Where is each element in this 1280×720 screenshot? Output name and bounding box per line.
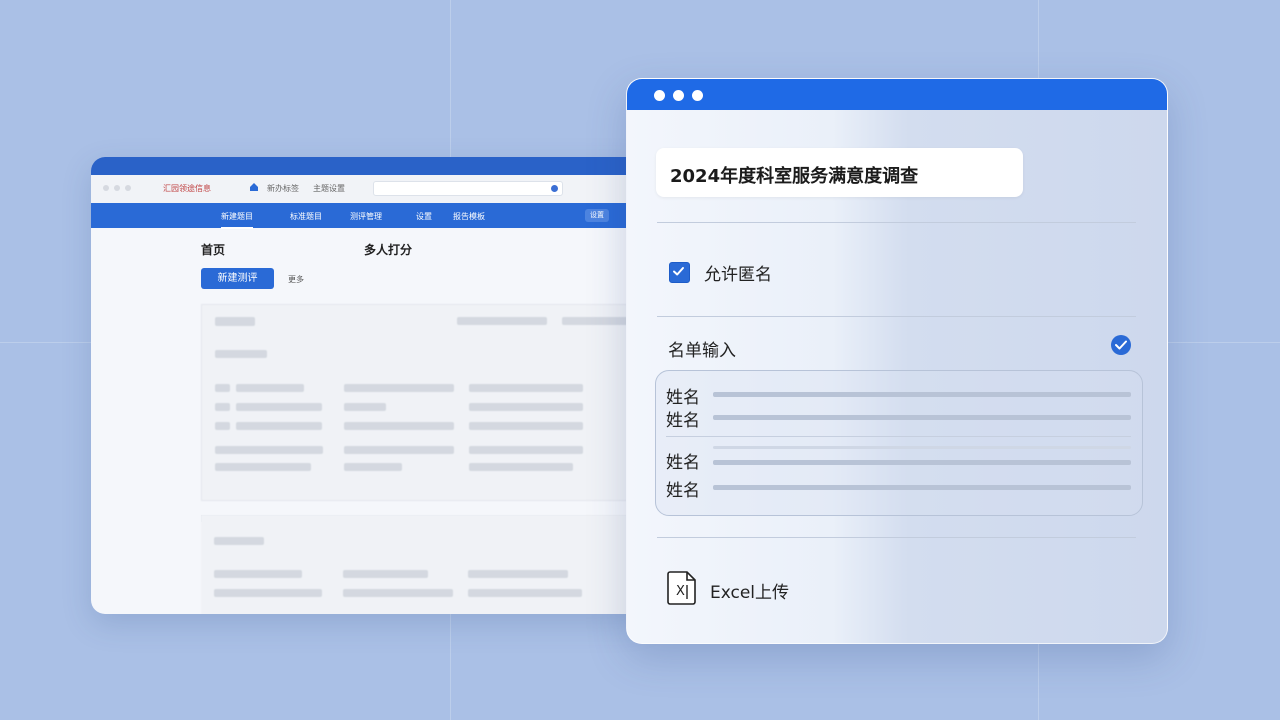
window-title-bar — [91, 157, 651, 175]
nav-item-3[interactable]: 设置 — [416, 211, 432, 222]
search-input[interactable] — [373, 181, 563, 196]
survey-settings-card: 2024年度科室服务满意度调查 允许匿名 名单输入 姓名 姓名 姓名 姓名 X … — [626, 78, 1168, 644]
nav-item-1[interactable]: 标准题目 — [290, 211, 322, 222]
home-icon[interactable] — [249, 182, 259, 192]
nav-item-2[interactable]: 测评管理 — [350, 211, 382, 222]
allow-anonymous-checkbox[interactable] — [669, 262, 690, 283]
name-row-label: 姓名 — [666, 481, 700, 501]
survey-title: 2024年度科室服务满意度调查 — [670, 166, 919, 187]
blurred-list-panel — [201, 515, 651, 614]
name-row-label: 姓名 — [666, 411, 700, 431]
window-dot — [692, 90, 703, 101]
allow-anonymous-label[interactable]: 允许匿名 — [704, 260, 772, 285]
names-divider — [666, 436, 1131, 437]
survey-title-field[interactable]: 2024年度科室服务满意度调查 — [656, 148, 1023, 197]
name-input-line[interactable] — [713, 415, 1131, 420]
toolbar-site-name: 汇园领途信息 — [163, 184, 211, 193]
new-evaluation-button[interactable]: 新建测评 — [201, 268, 274, 289]
window-dot — [673, 90, 684, 101]
divider — [657, 537, 1136, 538]
divider — [657, 222, 1136, 223]
browser-toolbar: 汇园领途信息 新办标签 主题设置 — [91, 175, 651, 203]
name-input-line[interactable] — [713, 485, 1131, 490]
more-link[interactable]: 更多 — [288, 274, 304, 285]
page-title: 首页 — [201, 243, 226, 257]
name-list-label: 名单输入 — [668, 341, 736, 361]
top-nav-bar: 新建题目 标准题目 测评管理 设置 报告模板 设置 — [91, 203, 651, 229]
name-input-line[interactable] — [713, 460, 1131, 465]
name-input-line[interactable] — [713, 392, 1131, 397]
nav-item-0[interactable]: 新建题目 — [221, 211, 253, 229]
background-app-window: 汇园领途信息 新办标签 主题设置 新建题目 标准题目 测评管理 设置 报告模板 … — [91, 157, 651, 614]
name-list-selected-check[interactable] — [1111, 335, 1131, 355]
card-title-bar — [627, 79, 1167, 110]
check-icon — [1115, 340, 1127, 350]
search-icon[interactable] — [551, 185, 558, 192]
name-row-label: 姓名 — [666, 453, 700, 473]
toolbar-theme-menu[interactable]: 主题设置 — [313, 183, 345, 194]
name-input-line[interactable] — [713, 446, 1131, 449]
divider — [657, 316, 1136, 317]
blurred-table-panel — [201, 304, 651, 501]
window-dot — [654, 90, 665, 101]
excel-file-icon[interactable]: X — [667, 571, 697, 605]
nav-settings-button[interactable]: 设置 — [585, 209, 609, 222]
nav-item-4[interactable]: 报告模板 — [453, 211, 485, 222]
check-icon — [673, 267, 684, 276]
window-controls[interactable] — [103, 185, 131, 191]
svg-text:X: X — [676, 584, 685, 599]
name-row-label: 姓名 — [666, 388, 700, 408]
multi-rater-label: 多人打分 — [364, 243, 413, 257]
name-list-input[interactable]: 姓名 姓名 姓名 姓名 — [655, 370, 1143, 516]
toolbar-tab-label[interactable]: 新办标签 — [267, 183, 299, 194]
excel-upload-label[interactable]: Excel上传 — [710, 578, 789, 603]
